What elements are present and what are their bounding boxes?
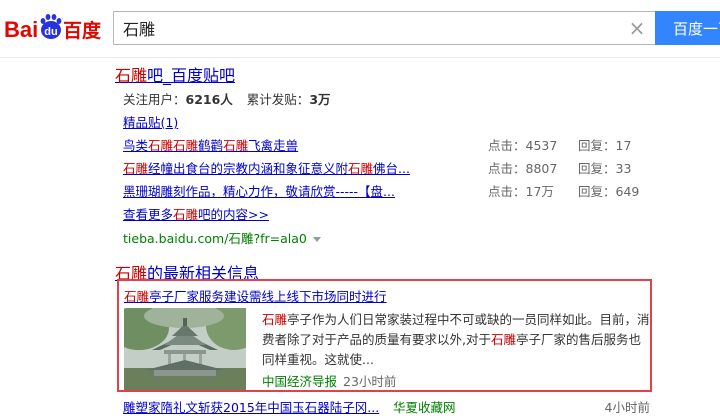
baidu-logo[interactable]: Bai du 百度: [4, 14, 106, 44]
news-list-source[interactable]: 华夏收藏网: [393, 397, 456, 416]
tieba-result-title[interactable]: 石雕吧_百度贴吧: [115, 62, 235, 86]
more-prefix: 查看更多: [123, 207, 174, 222]
tieba-title-rest: 吧_百度贴吧: [147, 66, 236, 85]
posts-label: 累计发贴：: [246, 92, 310, 107]
thread-keyword: 石雕: [348, 161, 374, 176]
thread-title[interactable]: 鸟类石雕石雕鹤鹳石雕飞禽走兽: [123, 135, 298, 154]
logo-text-bai: Bai: [4, 17, 38, 42]
thread-keyword: 石雕: [223, 138, 249, 153]
pavilion-thumbnail[interactable]: [124, 308, 246, 390]
url-text: tieba.baidu.com/石雕?fr=ala0: [123, 231, 307, 246]
thread-clicks: 点击：17万: [488, 184, 554, 199]
featured-posts-link[interactable]: 精品贴(1): [123, 112, 178, 131]
thread-title[interactable]: 黑珊瑚雕刻作品，精心力作，敬请欣赏-----【盘...: [123, 181, 395, 200]
thread-replies: 回复：649: [578, 184, 640, 199]
thread-text: 飞禽走兽: [248, 138, 299, 153]
thread-text: 经幢出食台的宗教内涵和象征意义附: [148, 161, 349, 176]
news-list-time: 4小时前: [604, 400, 650, 415]
header: Bai du 百度 × 百度一下: [0, 0, 720, 58]
news-item-title[interactable]: 石雕亭子厂家服务建设需线上线下市场同时进行: [124, 286, 387, 305]
more-keyword: 石雕: [173, 207, 199, 222]
thread-replies: 回复：33: [578, 161, 632, 176]
dropdown-caret-icon[interactable]: [312, 237, 321, 242]
thread-row: 石雕经幢出食台的宗教内涵和象征意义附石雕佛台... 点击：8807 回复：33: [123, 158, 653, 180]
logo-text-baidu-cn: 百度: [63, 19, 102, 42]
thread-text: 黑珊瑚雕刻作品，精心力作，敬请欣赏-----【盘...: [123, 184, 395, 199]
baidu-paw-icon: du: [40, 14, 62, 39]
abstract-keyword: 石雕: [262, 312, 288, 327]
news-item-title-rest: 亭子厂家服务建设需线上线下市场同时进行: [149, 289, 387, 304]
thread-keyword: 石雕: [123, 161, 149, 176]
thread-keyword: 石雕: [148, 138, 174, 153]
news-list-item: 雕塑家隋礼文斩获2015年中国玉石器陆子冈... 华夏收藏网 4小时前: [123, 397, 650, 417]
tieba-title-keyword: 石雕: [115, 66, 148, 85]
more-suffix: 吧的内容>>: [198, 207, 269, 222]
users-label: 关注用户：: [123, 92, 186, 107]
abstract-keyword: 石雕: [490, 332, 516, 347]
clear-icon[interactable]: ×: [628, 18, 646, 38]
news-abstract: 石雕亭子作为人们日常家装过程中不可或缺的一员同样如此。目前，消费者除了对于产品的…: [262, 310, 650, 370]
news-highlight-box: 石雕亭子厂家服务建设需线上线下市场同时进行 石雕亭子作为人们日常家装过程中不可或…: [117, 279, 652, 392]
more-tieba-link[interactable]: 查看更多石雕吧的内容>>: [123, 204, 269, 223]
news-list-title[interactable]: 雕塑家隋礼文斩获2015年中国玉石器陆子冈...: [123, 397, 379, 416]
thread-clicks: 点击：8807: [488, 161, 558, 176]
news-item-keyword: 石雕: [124, 289, 150, 304]
posts-value: 3万: [309, 92, 331, 107]
search-button[interactable]: 百度一下: [655, 11, 720, 45]
thread-text: 鹤鹳: [198, 138, 224, 153]
news-time: 23小时前: [343, 374, 397, 389]
thread-replies: 回复：17: [578, 138, 632, 153]
news-source[interactable]: 中国经济导报: [262, 374, 337, 389]
news-meta: 中国经济导报 23小时前: [262, 371, 396, 390]
logo-text-du: du: [44, 26, 57, 38]
thread-row: 黑珊瑚雕刻作品，精心力作，敬请欣赏-----【盘... 点击：17万 回复：64…: [123, 181, 653, 203]
thread-keyword: 石雕: [173, 138, 199, 153]
thread-clicks: 点击：4537: [488, 138, 558, 153]
tieba-stats: 关注用户：6216人 累计发贴：3万: [123, 89, 331, 108]
thread-title[interactable]: 石雕经幢出食台的宗教内涵和象征意义附石雕佛台...: [123, 158, 410, 177]
thread-text: 鸟类: [123, 138, 149, 153]
tieba-url: tieba.baidu.com/石雕?fr=ala0: [123, 228, 321, 247]
thread-row: 鸟类石雕石雕鹤鹳石雕飞禽走兽 点击：4537 回复：17: [123, 135, 653, 157]
thread-text: 佛台...: [373, 161, 410, 176]
users-value: 6216人: [185, 92, 233, 107]
search-input[interactable]: [113, 11, 655, 45]
